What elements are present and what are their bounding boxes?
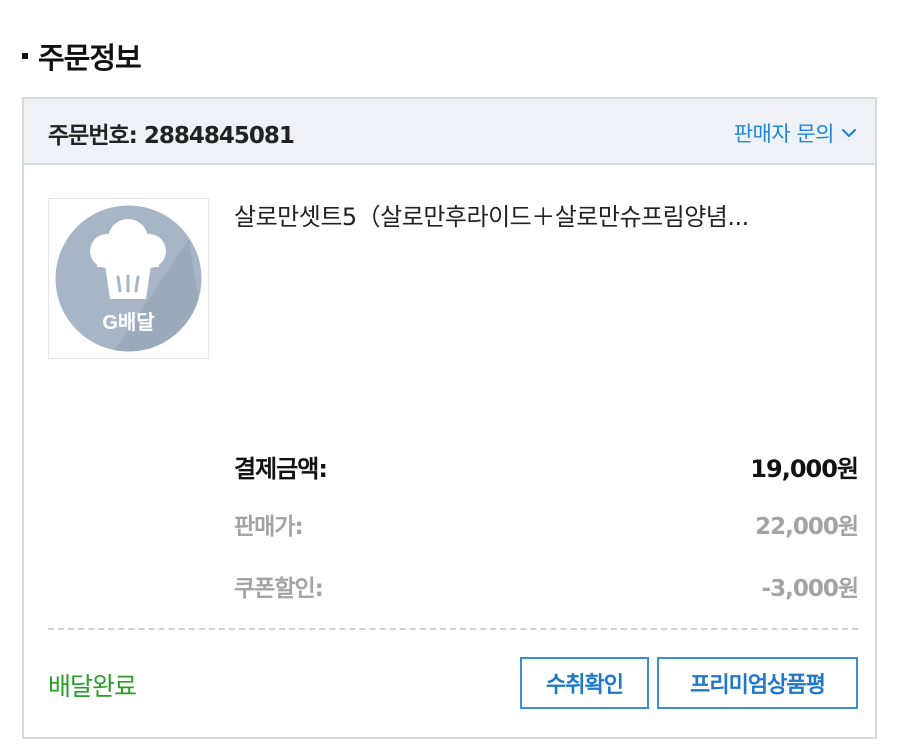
order-card: 주문번호: 2884845081 판매자 문의 G배달 살로만셋트5（살로만후라… xyxy=(22,97,877,739)
sale-price-label: 판매가: xyxy=(234,514,304,540)
section-title: 주문정보 xyxy=(22,34,142,78)
thumbnail-label: G배달 xyxy=(102,311,155,334)
product-thumbnail[interactable]: G배달 xyxy=(48,198,209,359)
order-number: 주문번호: 2884845081 xyxy=(48,123,295,149)
confirm-receipt-button[interactable]: 수취확인 xyxy=(520,657,649,709)
sale-price-row: 판매가: 22,000원 xyxy=(234,507,859,541)
premium-review-button[interactable]: 프리미엄상품평 xyxy=(657,657,858,709)
bullet-icon xyxy=(22,53,28,59)
section-title-label: 주문정보 xyxy=(38,41,142,75)
total-amount-value: 19,000원 xyxy=(750,454,859,483)
dashed-divider xyxy=(48,628,858,630)
coupon-discount-value: -3,000원 xyxy=(761,576,859,602)
chevron-down-icon xyxy=(841,128,857,138)
product-name[interactable]: 살로만셋트5（살로만후라이드＋살로만슈프림양념... xyxy=(234,197,864,232)
coupon-discount-label: 쿠폰할인: xyxy=(234,576,324,602)
total-amount-label: 결제금액: xyxy=(234,454,328,483)
delivery-status: 배달완료 xyxy=(48,672,137,701)
coupon-discount-row: 쿠폰할인: -3,000원 xyxy=(234,569,859,603)
sale-price-value: 22,000원 xyxy=(755,514,859,540)
order-header: 주문번호: 2884845081 판매자 문의 xyxy=(24,99,875,165)
total-amount-row: 결제금액: 19,000원 xyxy=(234,449,859,483)
chef-hat-icon: G배달 xyxy=(55,205,202,352)
seller-inquiry-link[interactable]: 판매자 문의 xyxy=(734,118,857,148)
seller-inquiry-label: 판매자 문의 xyxy=(733,122,835,146)
